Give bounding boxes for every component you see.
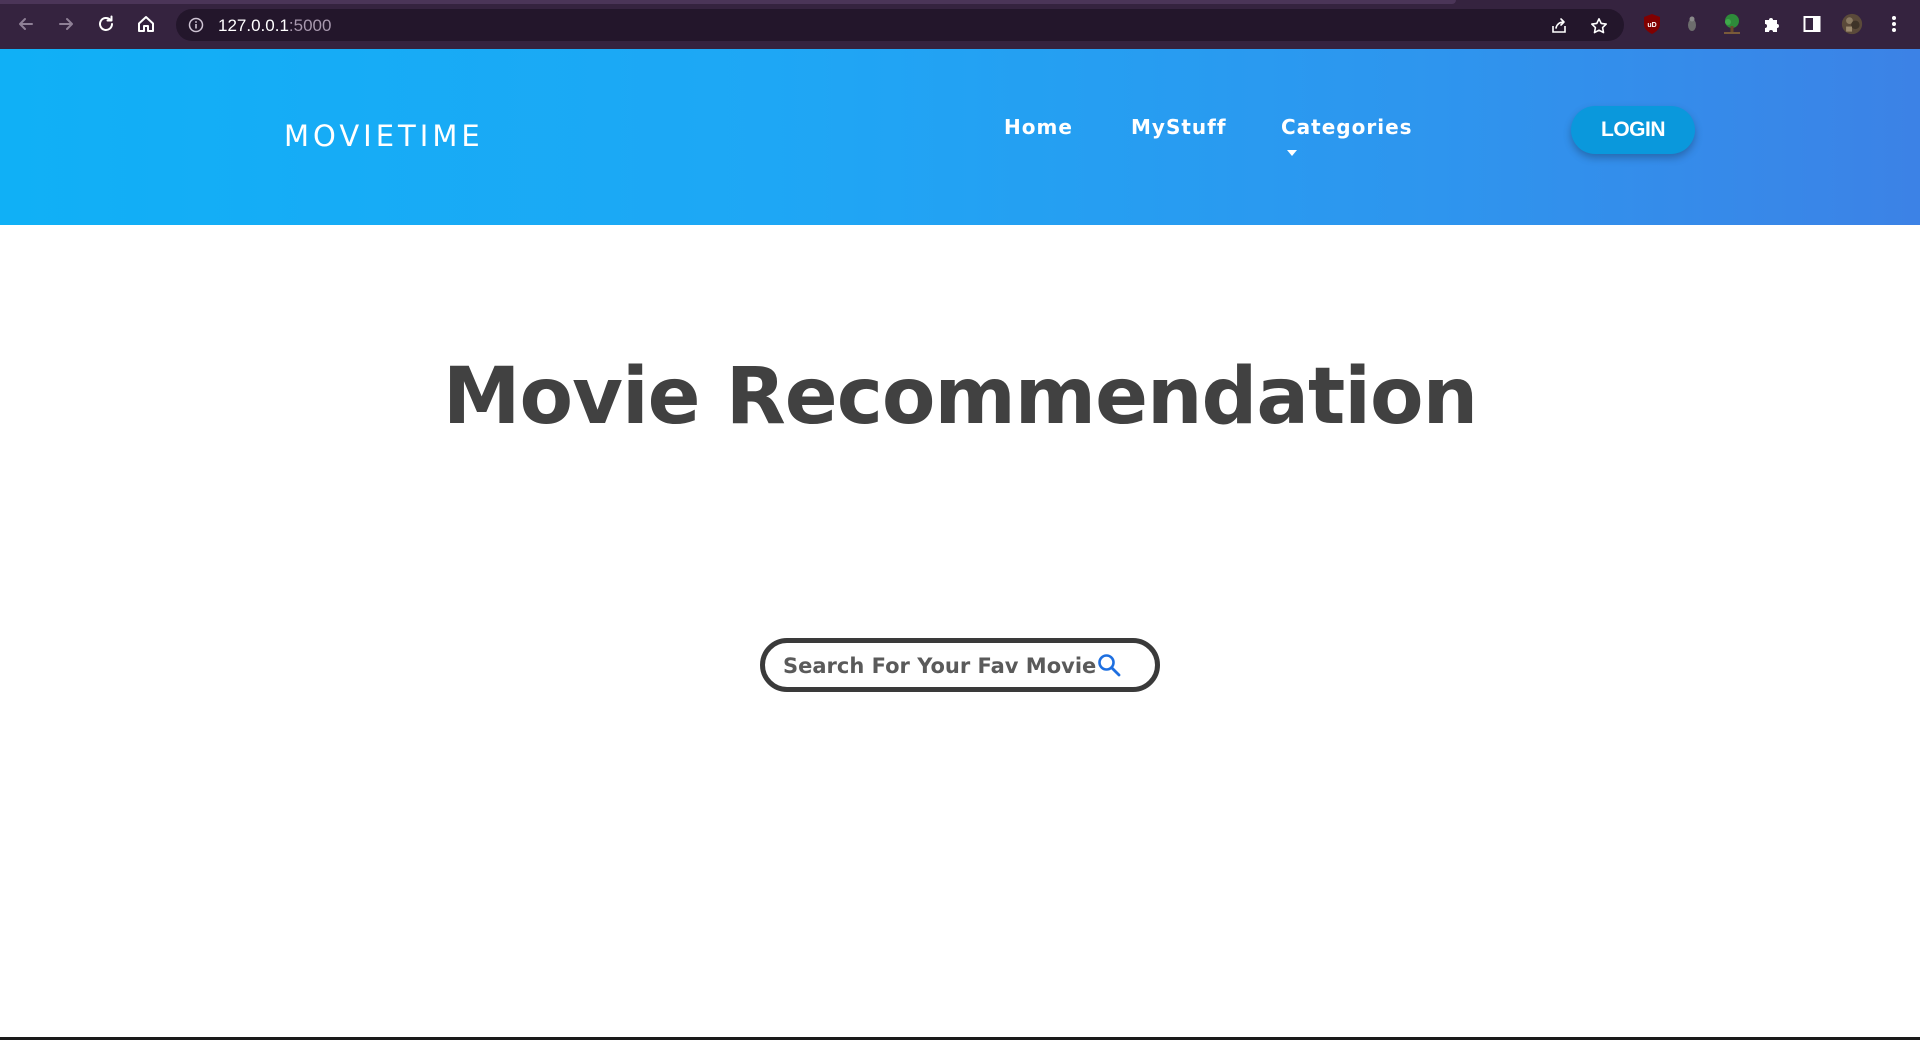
share-icon[interactable] bbox=[1550, 17, 1568, 35]
gray-extension-icon[interactable] bbox=[1681, 13, 1703, 35]
search-input[interactable] bbox=[783, 651, 1103, 681]
nav-categories[interactable]: Categories bbox=[1281, 115, 1413, 139]
side-panel-icon[interactable] bbox=[1801, 13, 1823, 35]
tree-extension-icon[interactable] bbox=[1721, 13, 1743, 35]
reload-icon bbox=[99, 15, 113, 31]
forward-button[interactable] bbox=[54, 12, 78, 36]
site-header: MOVIETIME Home MyStuff Categories LOGIN bbox=[0, 49, 1920, 225]
url-host: 127.0.0.1 bbox=[218, 16, 289, 35]
star-icon[interactable] bbox=[1590, 17, 1608, 35]
nav-home[interactable]: Home bbox=[1004, 115, 1073, 139]
nav-mystuff[interactable]: MyStuff bbox=[1131, 115, 1227, 139]
puzzle-icon[interactable] bbox=[1761, 13, 1783, 35]
arrow-left-icon bbox=[19, 18, 33, 30]
tab-strip-edge bbox=[0, 0, 1456, 4]
address-bar[interactable]: 127.0.0.1:5000 bbox=[176, 9, 1624, 41]
ublock-label: uD bbox=[1647, 22, 1656, 29]
url-text[interactable]: 127.0.0.1:5000 bbox=[218, 17, 331, 34]
back-button[interactable] bbox=[14, 12, 38, 36]
url-port: :5000 bbox=[288, 16, 332, 35]
info-icon[interactable] bbox=[188, 17, 204, 33]
home-button[interactable] bbox=[134, 12, 158, 36]
login-button[interactable]: LOGIN bbox=[1571, 106, 1695, 154]
arrow-right-icon bbox=[59, 18, 73, 30]
browser-toolbar: 127.0.0.1:5000 uD bbox=[0, 0, 1920, 49]
chevron-down-icon[interactable] bbox=[1287, 150, 1297, 156]
search-bar[interactable] bbox=[760, 638, 1160, 692]
ublock-extension-icon[interactable]: uD bbox=[1641, 13, 1663, 35]
profile-avatar[interactable] bbox=[1841, 13, 1863, 35]
reload-button[interactable] bbox=[94, 12, 118, 36]
site-logo[interactable]: MOVIETIME bbox=[284, 119, 484, 153]
page-title: Movie Recommendation bbox=[442, 352, 1478, 442]
search-icon[interactable] bbox=[1095, 651, 1123, 679]
home-icon bbox=[138, 16, 154, 32]
kebab-menu-icon[interactable] bbox=[1883, 13, 1905, 35]
